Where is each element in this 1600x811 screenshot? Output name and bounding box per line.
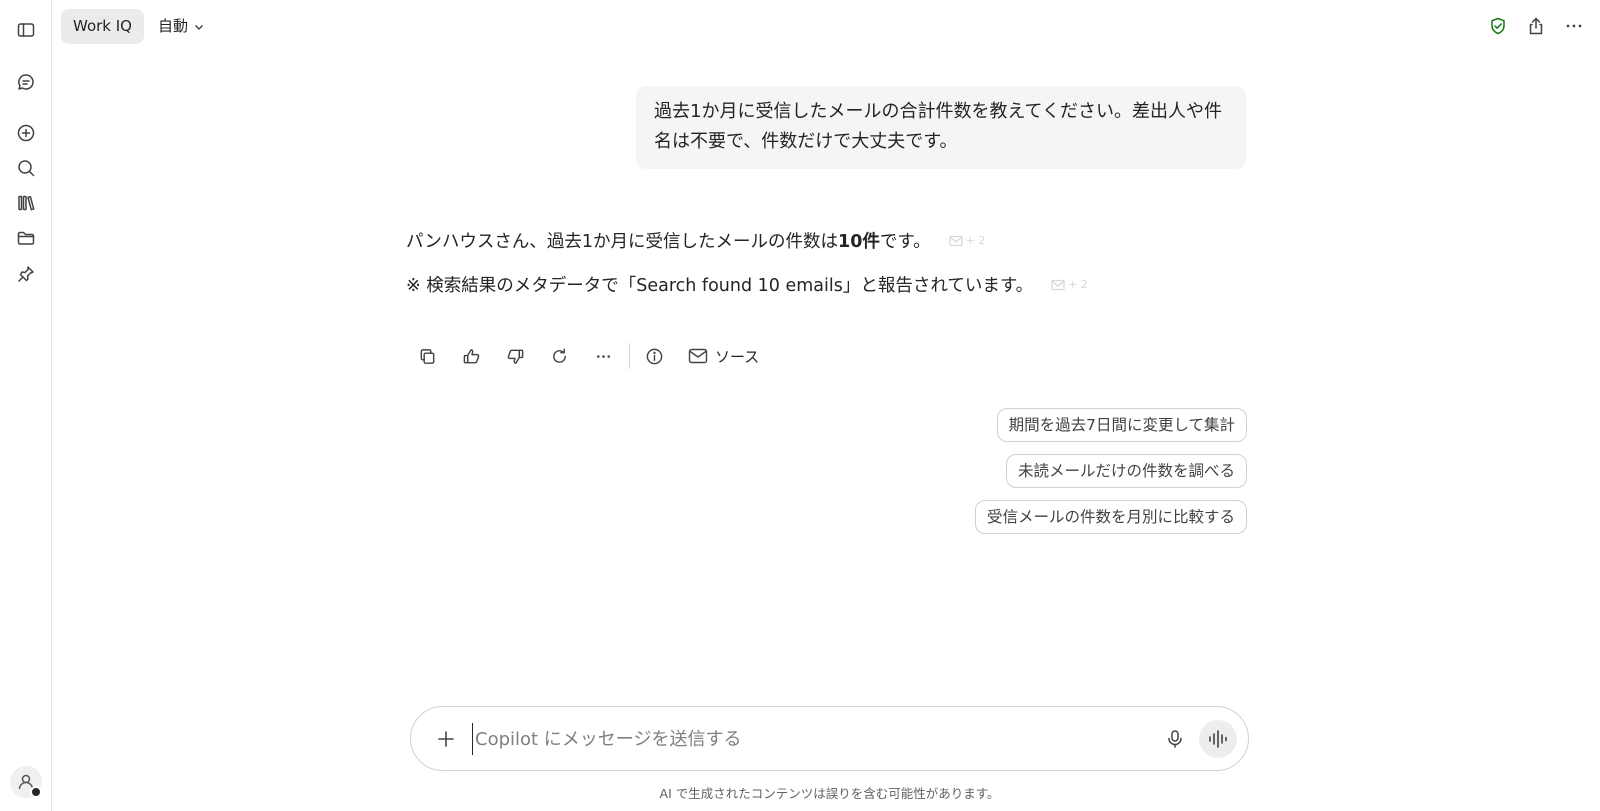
- shield-check-icon: [1491, 17, 1505, 35]
- copilot-app: Work IQ 自動 過去1か月に受信したメールの合計件数を教えてください。差出…: [0, 0, 1600, 811]
- sidebar-rail: [0, 0, 52, 811]
- response-count: 10件: [838, 232, 880, 252]
- more-horizontal-icon: [596, 354, 610, 358]
- mail-icon: [688, 348, 708, 364]
- mode-label: 自動: [158, 17, 189, 35]
- search-icon: [18, 160, 35, 177]
- new-chat-button[interactable]: [10, 117, 42, 149]
- share-icon: [1529, 17, 1543, 35]
- pin-button[interactable]: [10, 258, 42, 290]
- folder-button[interactable]: [10, 222, 42, 254]
- sources-button[interactable]: ソース: [688, 346, 759, 367]
- sidebar-toggle-button[interactable]: [10, 14, 42, 46]
- share-button[interactable]: [1524, 12, 1548, 40]
- citation-badge[interactable]: + 2: [948, 234, 986, 247]
- thumbs-up-icon: [463, 348, 479, 363]
- new-chat-icon: [17, 124, 35, 142]
- suggestion-chip[interactable]: 受信メールの件数を月別に比較する: [974, 500, 1247, 534]
- pin-icon: [18, 266, 34, 282]
- library-icon: [18, 195, 35, 211]
- response-text: です。: [879, 232, 931, 252]
- response-actions: ソース: [409, 338, 759, 374]
- citation-count: + 2: [1068, 278, 1088, 291]
- sources-label: ソース: [715, 347, 760, 366]
- message-composer: [410, 706, 1249, 771]
- agent-selector[interactable]: Work IQ: [61, 9, 144, 44]
- suggestion-chip[interactable]: 期間を過去7日間に変更して集計: [996, 408, 1247, 442]
- search-button[interactable]: [10, 152, 42, 184]
- chevron-down-icon: [194, 24, 204, 30]
- info-button[interactable]: [636, 338, 672, 374]
- action-divider: [629, 343, 630, 369]
- refresh-icon: [552, 348, 566, 363]
- response-text: パンハウスさん、過去1か月に受信したメールの件数は: [406, 232, 839, 252]
- voice-waveform-icon: [1209, 730, 1227, 748]
- top-actions: [1486, 12, 1586, 40]
- message-input[interactable]: [472, 723, 1132, 755]
- microphone-icon: [1168, 730, 1182, 748]
- response-note: ※ 検索結果のメタデータで「Search found 10 emails」と報告…: [406, 276, 1034, 296]
- plus-icon: [438, 731, 454, 747]
- mail-icon: [1051, 279, 1065, 290]
- voice-mode-button[interactable]: [1199, 720, 1237, 758]
- presence-badge: [30, 786, 42, 798]
- dislike-button[interactable]: [497, 338, 533, 374]
- mode-dropdown[interactable]: 自動: [150, 9, 212, 44]
- regenerate-button[interactable]: [541, 338, 577, 374]
- library-button[interactable]: [10, 187, 42, 219]
- sidebar-toggle-icon: [17, 23, 35, 37]
- user-avatar[interactable]: [10, 766, 42, 798]
- protection-button[interactable]: [1486, 12, 1510, 40]
- mail-icon: [948, 235, 963, 246]
- dictation-button[interactable]: [1162, 726, 1188, 752]
- more-horizontal-icon: [1566, 24, 1582, 28]
- add-attachment-button[interactable]: [433, 726, 459, 752]
- folder-icon: [17, 231, 35, 245]
- copy-button[interactable]: [409, 338, 445, 374]
- response-line-1: パンハウスさん、過去1か月に受信したメールの件数は 10件 です。 + 2: [406, 228, 985, 253]
- thumbs-down-icon: [507, 349, 523, 364]
- copy-icon: [420, 348, 434, 364]
- citation-badge[interactable]: + 2: [1051, 278, 1088, 291]
- more-options-button[interactable]: [1562, 12, 1586, 40]
- ai-disclaimer: AI で生成されたコンテンツは誤りを含む可能性があります。: [659, 786, 1000, 801]
- suggestion-chip[interactable]: 未読メールだけの件数を調べる: [1005, 454, 1247, 488]
- citation-count: + 2: [965, 234, 986, 247]
- like-button[interactable]: [453, 338, 489, 374]
- user-message: 過去1か月に受信したメールの合計件数を教えてください。差出人や件名は不要で、件数…: [636, 86, 1246, 169]
- chat-icon: [18, 74, 34, 90]
- more-actions-button[interactable]: [585, 338, 621, 374]
- chat-button[interactable]: [10, 66, 42, 98]
- info-icon: [646, 348, 662, 364]
- response-line-2: ※ 検索結果のメタデータで「Search found 10 emails」と報告…: [406, 272, 1088, 297]
